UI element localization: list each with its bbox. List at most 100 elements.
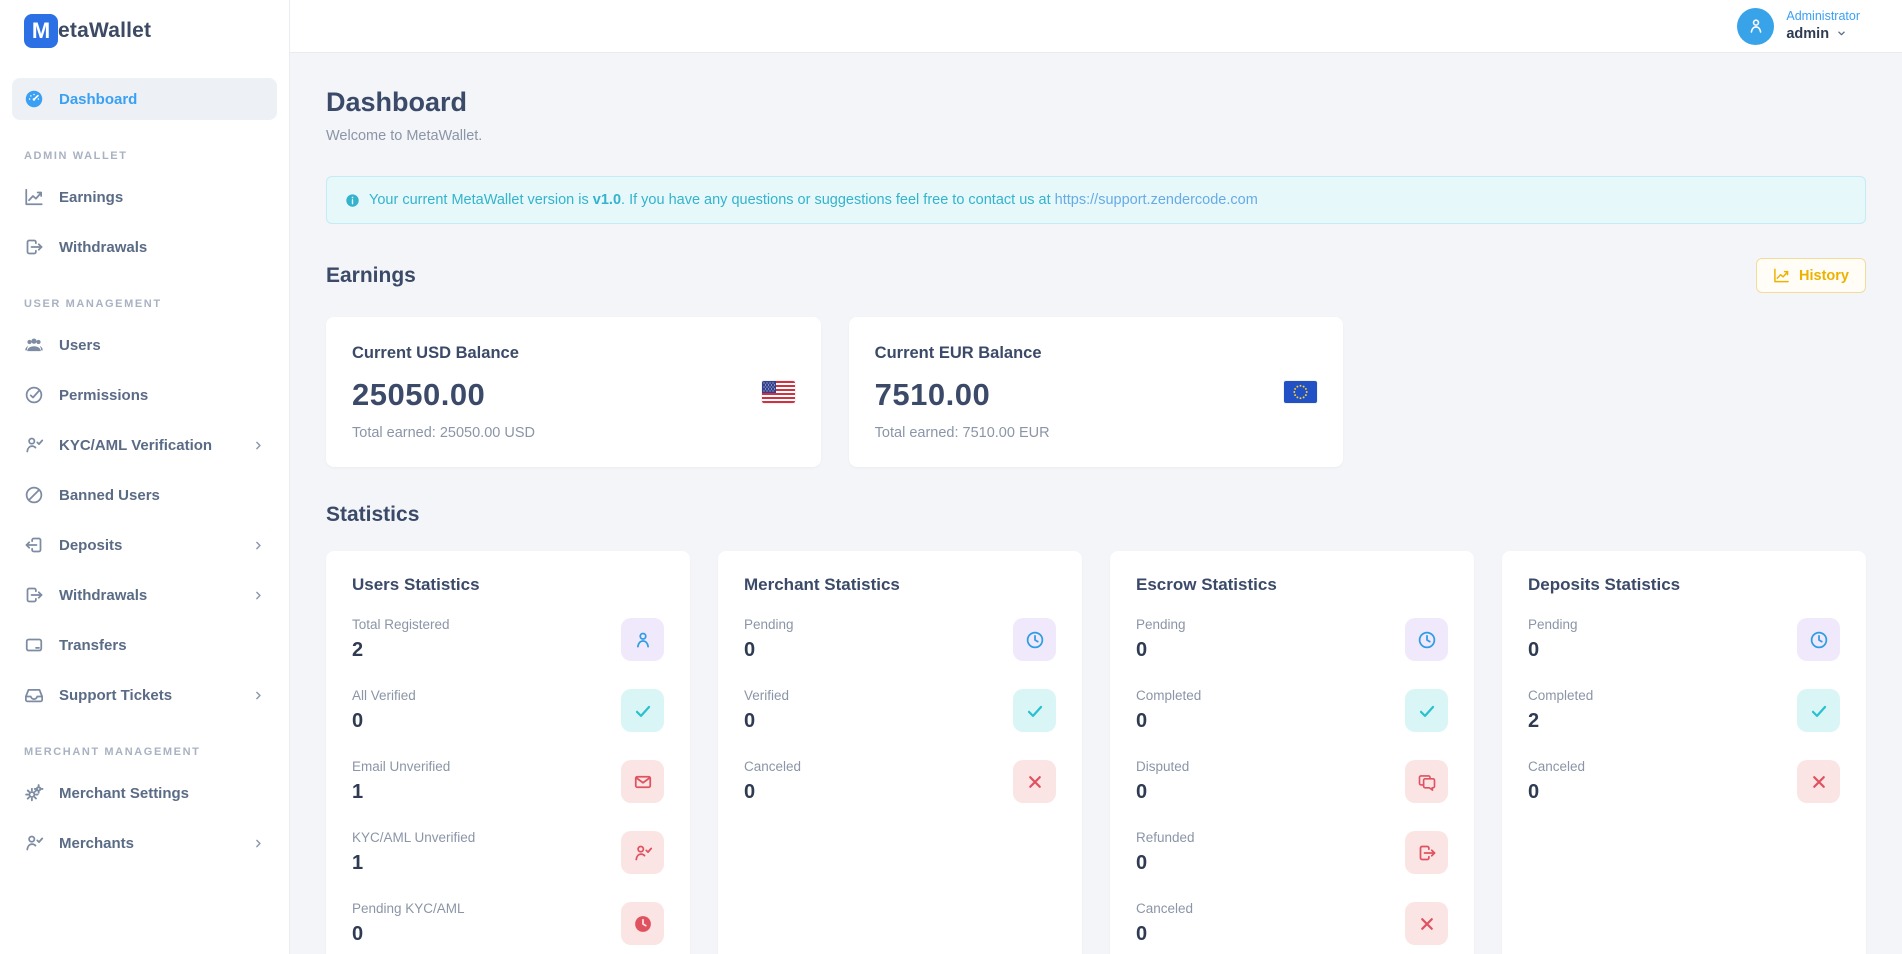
chevron-right-icon	[252, 689, 265, 702]
stat-label: Completed	[1136, 688, 1201, 703]
user-avatar	[1737, 8, 1774, 45]
stat-row: Canceled 0	[744, 759, 1056, 804]
stat-value: 0	[1136, 923, 1193, 946]
stat-row: Canceled 0	[1528, 759, 1840, 804]
sidebar-item-kyc-aml-verification[interactable]: KYC/AML Verification	[12, 424, 277, 466]
app-title: etaWallet	[58, 19, 151, 43]
sidebar-item-banned-users[interactable]: Banned Users	[12, 474, 277, 516]
inbox-icon	[24, 685, 44, 705]
statistics-title: Statistics	[326, 503, 419, 527]
eur-balance-value: 7510.00	[875, 377, 1050, 413]
check-icon	[1797, 689, 1840, 732]
stat-value: 0	[1136, 710, 1201, 733]
sidebar-item-label: Support Tickets	[59, 687, 172, 704]
sidebar-section-merchant-management: Merchant Management	[12, 746, 277, 758]
support-link[interactable]: https://support.zendercode.com	[1055, 192, 1258, 208]
history-button[interactable]: History	[1756, 258, 1866, 293]
stat-row: Pending 0	[744, 617, 1056, 662]
user-role: Administrator	[1786, 9, 1860, 25]
info-circle-icon	[345, 193, 360, 208]
stat-value: 0	[744, 781, 801, 804]
usd-balance-value: 25050.00	[352, 377, 535, 413]
sidebar-item-label: Earnings	[59, 189, 123, 206]
page-title: Dashboard	[326, 87, 1866, 118]
stat-value: 0	[352, 923, 465, 946]
usd-balance-title: Current USD Balance	[352, 344, 535, 363]
stat-row: KYC/AML Unverified 1	[352, 830, 664, 875]
merchant-statistics-card: Merchant Statistics Pending 0 Verified 0…	[718, 551, 1082, 954]
stat-label: KYC/AML Unverified	[352, 830, 475, 845]
person-check-icon	[24, 833, 44, 853]
stat-row: Pending 0	[1528, 617, 1840, 662]
sidebar-item-label: Merchant Settings	[59, 785, 189, 802]
stat-value: 0	[1528, 639, 1578, 662]
box-arrow-out-icon	[24, 237, 44, 257]
user-menu[interactable]: Administrator admin	[1737, 8, 1860, 45]
check-icon	[621, 689, 664, 732]
sidebar-item-merchants[interactable]: Merchants	[12, 822, 277, 864]
stat-card-title: Users Statistics	[352, 575, 664, 595]
stat-card-title: Deposits Statistics	[1528, 575, 1840, 595]
chat-icon	[1405, 760, 1448, 803]
stat-value: 0	[744, 710, 789, 733]
top-header: Administrator admin	[290, 0, 1902, 53]
alert-text-after: . If you have any questions or suggestio…	[621, 192, 1055, 208]
sidebar-item-support-tickets[interactable]: Support Tickets	[12, 674, 277, 716]
chevron-right-icon	[252, 589, 265, 602]
box-arrow-in-icon	[24, 535, 44, 555]
deposits-statistics-card: Deposits Statistics Pending 0 Completed …	[1502, 551, 1866, 954]
page-subtitle: Welcome to MetaWallet.	[326, 128, 1866, 144]
clock-icon	[1797, 618, 1840, 661]
sidebar-item-label: Dashboard	[59, 91, 137, 108]
usd-balance-card: Current USD Balance 25050.00 Total earne…	[326, 317, 821, 467]
stat-row: Pending 0	[1136, 617, 1448, 662]
person-icon	[1747, 17, 1765, 35]
username: admin	[1786, 25, 1829, 43]
sidebar-item-withdrawals[interactable]: Withdrawals	[12, 574, 277, 616]
history-button-label: History	[1799, 268, 1849, 284]
sidebar-section-user-management: User Management	[12, 298, 277, 310]
stat-value: 1	[352, 852, 475, 875]
sidebar-item-label: Users	[59, 337, 101, 354]
main-content: Dashboard Welcome to MetaWallet. Your cu…	[290, 53, 1902, 954]
clock-fill-icon	[621, 902, 664, 945]
stat-value: 1	[352, 781, 450, 804]
person-check-icon	[24, 435, 44, 455]
sidebar-item-dashboard[interactable]: Dashboard	[12, 78, 277, 120]
stat-value: 0	[744, 639, 794, 662]
sidebar-item-withdrawals-admin[interactable]: Withdrawals	[12, 226, 277, 268]
app-logo[interactable]: MetaWallet	[0, 0, 289, 48]
statistics-cards: Users Statistics Total Registered 2 All …	[326, 551, 1866, 954]
stat-label: Total Registered	[352, 617, 450, 632]
slash-circle-icon	[24, 485, 44, 505]
users-statistics-card: Users Statistics Total Registered 2 All …	[326, 551, 690, 954]
stat-label: Disputed	[1136, 759, 1189, 774]
balance-cards: Current USD Balance 25050.00 Total earne…	[326, 317, 1866, 467]
us-flag	[762, 381, 795, 403]
envelope-icon	[621, 760, 664, 803]
stat-label: Canceled	[744, 759, 801, 774]
stat-label: Refunded	[1136, 830, 1195, 845]
stat-label: All Verified	[352, 688, 416, 703]
usd-balance-total: Total earned: 25050.00 USD	[352, 425, 535, 441]
stat-label: Pending	[744, 617, 794, 632]
sidebar-item-earnings[interactable]: Earnings	[12, 176, 277, 218]
sidebar-item-users[interactable]: Users	[12, 324, 277, 366]
earnings-section-head: Earnings History	[326, 258, 1866, 293]
x-icon	[1405, 902, 1448, 945]
stat-label: Pending KYC/AML	[352, 901, 465, 916]
check-icon	[1405, 689, 1448, 732]
stat-label: Canceled	[1136, 901, 1193, 916]
stat-row: Completed 0	[1136, 688, 1448, 733]
sidebar-item-label: Merchants	[59, 835, 134, 852]
stat-value: 0	[352, 710, 416, 733]
stat-label: Canceled	[1528, 759, 1585, 774]
stat-value: 0	[1136, 852, 1195, 875]
sidebar-item-permissions[interactable]: Permissions	[12, 374, 277, 416]
sidebar-item-label: Permissions	[59, 387, 148, 404]
speedometer-icon	[24, 89, 44, 109]
sidebar-item-transfers[interactable]: Transfers	[12, 624, 277, 666]
sidebar-item-deposits[interactable]: Deposits	[12, 524, 277, 566]
sidebar-nav: Dashboard Admin Wallet Earnings Withdraw…	[0, 48, 289, 864]
sidebar-item-merchant-settings[interactable]: Merchant Settings	[12, 772, 277, 814]
